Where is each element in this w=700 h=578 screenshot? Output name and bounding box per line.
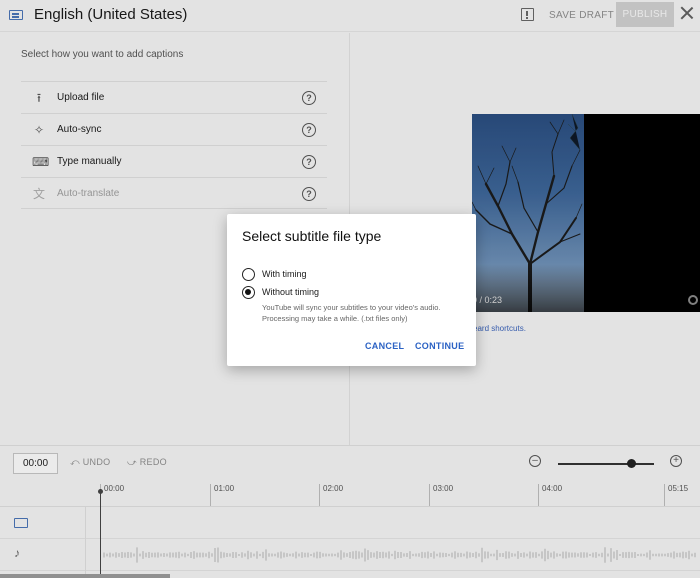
subtitle-file-type-dialog: Select subtitle file type With timing Wi…: [227, 214, 476, 366]
continue-button[interactable]: CONTINUE: [415, 341, 464, 351]
with-timing-label: With timing: [262, 269, 307, 279]
cancel-button[interactable]: CANCEL: [365, 341, 404, 351]
without-timing-description: YouTube will sync your subtitles to your…: [262, 303, 441, 323]
without-timing-radio[interactable]: [242, 286, 255, 299]
without-timing-label: Without timing: [262, 287, 320, 297]
with-timing-radio[interactable]: [242, 268, 255, 281]
dialog-title: Select subtitle file type: [242, 228, 382, 244]
